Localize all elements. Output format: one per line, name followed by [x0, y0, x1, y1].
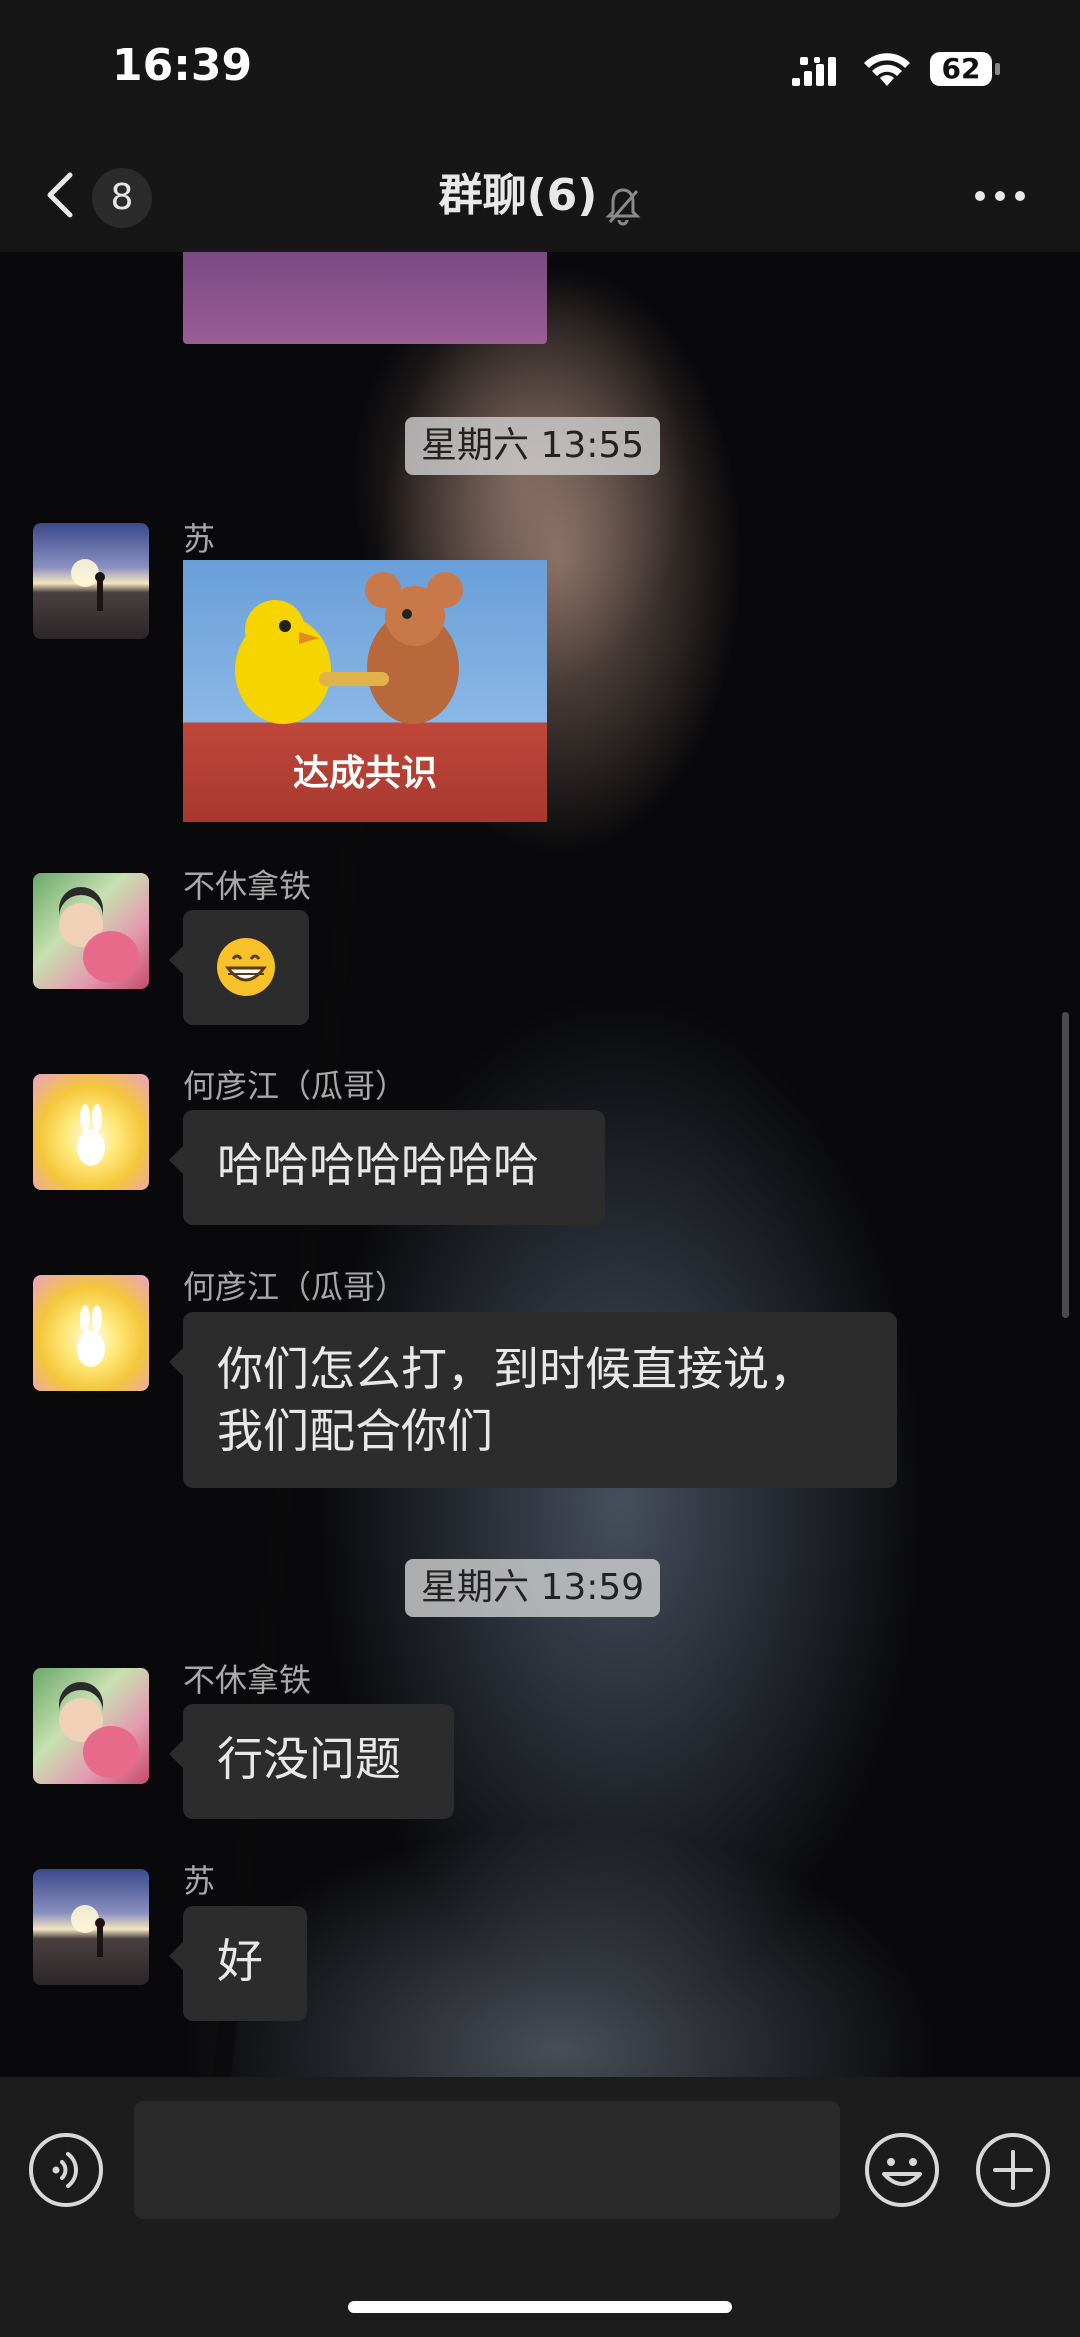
sender-name: 苏: [183, 520, 216, 558]
plus-icon[interactable]: [975, 2132, 1051, 2208]
voice-input-icon[interactable]: [28, 2132, 104, 2208]
message-list[interactable]: 星期六 13:55 苏 达成共识 不休拿铁 何彦江（瓜哥） 哈哈哈哈哈哈哈 何彦…: [0, 252, 1080, 2077]
avatar-bunny-icon: [77, 1104, 105, 1166]
avatar-child-icon: [59, 887, 139, 983]
mute-bell-icon: [605, 187, 642, 225]
message-text: 好: [217, 1934, 263, 1988]
sender-name: 不休拿铁: [183, 1661, 312, 1699]
battery-icon: 62: [930, 52, 1002, 88]
message-input[interactable]: [134, 2101, 840, 2219]
message-text-line: 你们怎么打，到时候直接说，: [217, 1342, 815, 1396]
message-bubble[interactable]: 哈哈哈哈哈哈哈: [169, 1110, 605, 1225]
grinning-face-emoji-icon: [217, 938, 275, 996]
wifi-icon: [864, 53, 910, 86]
status-bar: 16:39 62: [0, 0, 1080, 140]
avatar-child-icon: [59, 1682, 139, 1778]
message-bubble[interactable]: 好: [169, 1906, 307, 2021]
avatar[interactable]: [33, 1275, 149, 1391]
timestamp-separator: 星期六 13:59: [405, 1559, 661, 1617]
unread-count-badge[interactable]: 8: [92, 168, 152, 228]
avatar[interactable]: [33, 523, 149, 639]
message-text-line: 我们配合你们: [217, 1404, 493, 1458]
avatar[interactable]: [33, 1074, 149, 1190]
chat-title-area: 群聊(6): [0, 140, 1080, 252]
avatar[interactable]: [33, 1869, 149, 1985]
chat-header: 群聊(6) 8: [0, 140, 1080, 252]
message-bubble[interactable]: 行没问题: [169, 1704, 454, 1819]
sender-name: 何彦江（瓜哥）: [183, 1268, 408, 1306]
avatar[interactable]: [33, 873, 149, 989]
more-options-icon[interactable]: [970, 170, 1030, 222]
sender-name: 何彦江（瓜哥）: [183, 1067, 408, 1105]
scrollbar[interactable]: [1062, 1012, 1069, 1318]
message-text: 行没问题: [217, 1732, 401, 1786]
back-chevron-icon[interactable]: [40, 165, 80, 225]
avatar-bunny-icon: [77, 1305, 105, 1367]
avatar[interactable]: [33, 1668, 149, 1784]
message-bubble[interactable]: 你们怎么打，到时候直接说， 我们配合你们: [169, 1312, 897, 1488]
emoji-icon[interactable]: [864, 2132, 940, 2208]
battery-level: 62: [941, 52, 981, 85]
home-indicator[interactable]: [348, 2301, 732, 2313]
avatar-silhouette-icon: [71, 559, 105, 611]
sticker-caption: 达成共识: [292, 753, 437, 794]
message-bubble[interactable]: [169, 910, 309, 1025]
cellular-signal-icon: [792, 57, 836, 86]
sticker-message[interactable]: 达成共识: [183, 560, 547, 822]
input-bar: [0, 2077, 1080, 2337]
timestamp-separator: 星期六 13:55: [405, 417, 661, 475]
status-time: 16:39: [112, 40, 253, 91]
image-message-partial[interactable]: [183, 252, 547, 344]
message-text: 哈哈哈哈哈哈哈: [217, 1138, 539, 1192]
avatar-silhouette-icon: [71, 1905, 105, 1957]
chat-title: 群聊(6): [438, 170, 598, 221]
sender-name: 苏: [183, 1862, 216, 1900]
sender-name: 不休拿铁: [183, 867, 312, 905]
